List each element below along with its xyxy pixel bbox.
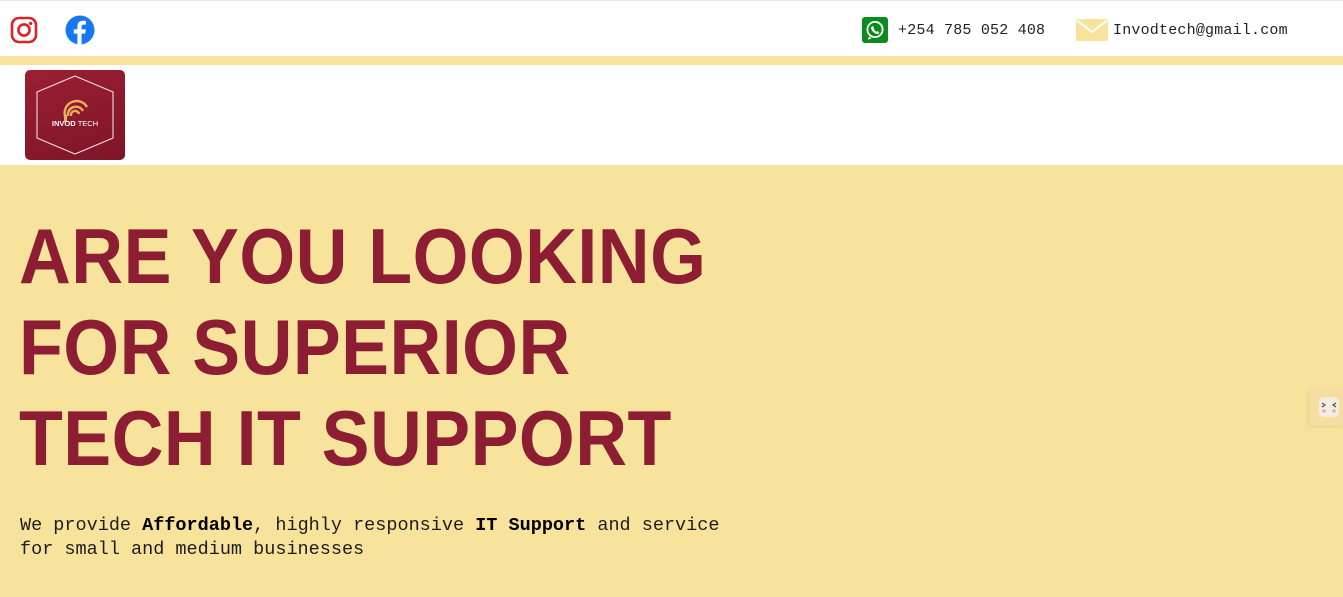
svg-text:INVOD TECH: INVOD TECH bbox=[52, 119, 98, 128]
headline-line: ARE YOU LOOKING bbox=[19, 212, 707, 300]
subtext-part: , highly responsive bbox=[253, 515, 476, 536]
chat-widget-button[interactable] bbox=[1309, 388, 1343, 426]
whatsapp-icon bbox=[861, 17, 889, 43]
hero-subtext: We provide Affordable, highly responsive… bbox=[20, 514, 720, 562]
instagram-icon[interactable] bbox=[9, 15, 39, 45]
subtext-bold: Affordable bbox=[142, 515, 254, 536]
facebook-icon[interactable] bbox=[65, 15, 95, 45]
hero-headline: ARE YOU LOOKING FOR SUPERIOR TECH IT SUP… bbox=[19, 211, 707, 484]
hero-section: ARE YOU LOOKING FOR SUPERIOR TECH IT SUP… bbox=[0, 165, 1343, 597]
email-contact[interactable]: Invodtech@gmail.com bbox=[1076, 16, 1288, 44]
top-contact-bar: +254 785 052 408 Invodtech@gmail.com bbox=[0, 0, 1343, 56]
headline-line: FOR SUPERIOR bbox=[19, 303, 571, 391]
envelope-icon bbox=[1076, 17, 1108, 43]
headline-line: TECH IT SUPPORT bbox=[19, 394, 672, 482]
phone-number: +254 785 052 408 bbox=[898, 21, 1046, 39]
phone-contact[interactable]: +254 785 052 408 bbox=[861, 16, 1045, 44]
accent-divider bbox=[0, 56, 1343, 65]
invod-tech-logo[interactable]: INVOD TECH bbox=[25, 70, 125, 160]
chat-face-icon bbox=[1319, 397, 1339, 417]
email-address: Invodtech@gmail.com bbox=[1113, 21, 1288, 39]
navbar: INVOD TECH bbox=[0, 65, 1343, 165]
subtext-bold: IT Support bbox=[475, 515, 587, 536]
subtext-part: We provide bbox=[20, 515, 143, 536]
